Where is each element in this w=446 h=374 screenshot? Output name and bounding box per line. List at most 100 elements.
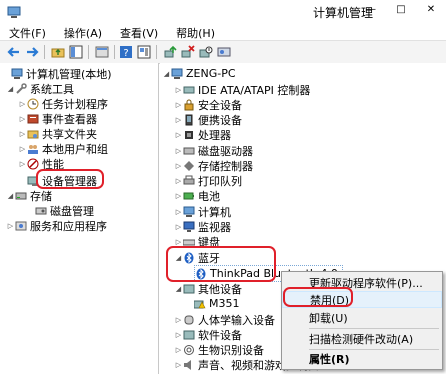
battery-icon [183,192,194,199]
cpu-icon [185,130,193,139]
device-category-computer[interactable]: ▷ 计算机 [174,204,231,219]
device-category-other[interactable]: ◢ 其他设备 [174,281,242,296]
toolbar: ? [0,40,446,64]
expand-arrow-icon[interactable]: ▷ [174,223,183,231]
menu-uninstall[interactable]: 卸载(U) [282,309,442,326]
device-category-portable[interactable]: ▷ 便携设备 [174,112,242,127]
menu-scan-hardware[interactable]: 扫描检测硬件改动(A) [282,330,442,347]
device-category-monitors[interactable]: ▷ 监视器 [174,219,231,234]
device-category-print-queues[interactable]: ▷ 打印队列 [174,173,242,188]
menu-properties[interactable]: 属性(R) [282,350,442,367]
scan-hardware-icon[interactable] [216,44,232,60]
warning-icon [194,300,206,308]
expand-arrow-icon[interactable]: ▷ [18,160,27,168]
expand-arrow-icon[interactable]: ▷ [174,131,183,139]
uninstall-icon[interactable] [180,44,196,60]
expand-arrow-icon[interactable]: ▷ [174,346,183,354]
expand-arrow-icon[interactable]: ▷ [18,100,27,108]
expand-arrow-icon[interactable]: ▷ [18,145,27,153]
device-category-cpu[interactable]: ▷ 处理器 [174,127,231,142]
device-label: 存储控制器 [198,159,253,173]
expand-arrow-icon[interactable]: ▷ [174,361,183,369]
menu-action[interactable]: 操作(A) [55,24,111,40]
device-root[interactable]: ◢ ZENG-PC [162,66,236,81]
device-category-security[interactable]: ▷ 安全设备 [174,97,242,112]
device-label: 人体学输入设备 [198,313,275,327]
tree-item-storage[interactable]: ◢ 存储 [6,188,52,203]
expand-arrow-icon[interactable]: ▷ [174,147,183,155]
title-bar: 计算机管理 — □ ✕ [0,0,446,26]
close-button[interactable]: ✕ [416,0,446,18]
tree-item-event-viewer[interactable]: ▷ 事件查看器 [18,111,97,126]
security-icon [184,99,194,110]
expand-arrow-icon[interactable]: ▷ [174,86,183,94]
context-menu: 更新驱动程序软件(P)... 禁用(D) 卸载(U) 扫描检测硬件改动(A) 属… [281,271,443,370]
tree-item-disk-management[interactable]: 磁盘管理 [26,203,94,218]
computer-icon [11,68,23,79]
device-category-hid[interactable]: ▷ 人体学输入设备 [174,312,275,327]
expand-arrow-icon[interactable]: ▷ [18,115,27,123]
software-icon [183,330,195,339]
expand-arrow-icon[interactable]: ◢ [162,70,171,78]
services-icon [15,221,27,230]
expand-arrow-icon[interactable]: ▷ [174,331,183,339]
tree-item-task-scheduler[interactable]: ▷ 任务计划程序 [18,96,108,111]
tree-item-label: 存储 [30,189,52,203]
expand-arrow-icon[interactable]: ◢ [6,192,15,200]
expand-arrow-icon[interactable]: ▷ [174,208,183,216]
users-icon [28,144,38,154]
device-m351[interactable]: M351 [194,296,240,311]
console-tree: 计算机管理(本地) ◢ 系统工具 ▷ 任务计划程序 ▷ 事件查看器 ▷ 共享文件… [0,63,159,374]
performance-icon [27,158,39,169]
device-category-biometric[interactable]: ▷ 生物识别设备 [174,342,264,357]
annotation-disable [283,287,353,307]
unknown-device-icon [183,284,195,293]
expand-arrow-icon[interactable]: ▷ [174,162,183,170]
minimize-button[interactable]: — [356,0,386,18]
printer-icon [183,175,195,184]
annotation-device-manager [36,169,104,189]
device-category-battery[interactable]: ▷ 电池 [174,188,220,203]
update-driver-icon[interactable] [162,44,178,60]
expand-arrow-icon[interactable]: ▷ [174,101,183,109]
help-icon[interactable]: ? [118,44,134,60]
tree-item-local-users[interactable]: ▷ 本地用户和组 [18,141,108,156]
device-category-software[interactable]: ▷ 软件设备 [174,327,242,342]
menu-help[interactable]: 帮助(H) [167,24,224,40]
device-label: 计算机 [198,205,231,219]
expand-arrow-icon[interactable]: ▷ [18,130,27,138]
up-folder-icon[interactable] [50,44,66,60]
menu-file[interactable]: 文件(F) [0,24,55,40]
expand-arrow-icon[interactable]: ▷ [174,192,183,200]
tree-item-label: 磁盘管理 [50,204,94,218]
tree-item-system-tools[interactable]: ◢ 系统工具 [6,81,74,96]
back-icon[interactable] [6,44,22,60]
device-category-ide[interactable]: ▷ IDE ATA/ATAPI 控制器 [174,82,311,97]
device-label: 安全设备 [198,98,242,112]
menu-view[interactable]: 查看(V) [111,24,167,40]
forward-icon[interactable] [24,44,40,60]
device-category-storage-controllers[interactable]: ▷ 存储控制器 [174,158,253,173]
tree-item-label: 事件查看器 [42,112,97,126]
tree-item-label: 系统工具 [30,82,74,96]
console-icon[interactable] [94,44,110,60]
properties-icon[interactable] [136,44,152,60]
clock-icon [27,98,39,109]
device-label: 便携设备 [198,113,242,127]
tree-item-computer-management[interactable]: 计算机管理(本地) [2,66,112,81]
disable-icon[interactable] [198,44,214,60]
tools-icon [16,82,27,94]
maximize-button[interactable]: □ [386,0,416,18]
expand-arrow-icon[interactable]: ▷ [174,177,183,185]
expand-arrow-icon[interactable]: ▷ [174,316,183,324]
expand-arrow-icon[interactable]: ▷ [6,222,15,230]
expand-arrow-icon[interactable]: ▷ [174,116,183,124]
expand-arrow-icon[interactable]: ▷ [174,238,183,246]
tree-item-label: 共享文件夹 [42,127,97,141]
tree-item-shared-folders[interactable]: ▷ 共享文件夹 [18,126,97,141]
expand-arrow-icon[interactable]: ◢ [174,285,183,293]
device-category-disk-drives[interactable]: ▷ 磁盘驱动器 [174,143,253,158]
expand-arrow-icon[interactable]: ◢ [6,85,15,93]
show-tree-icon[interactable] [68,44,84,60]
tree-item-services-apps[interactable]: ▷ 服务和应用程序 [6,218,107,233]
